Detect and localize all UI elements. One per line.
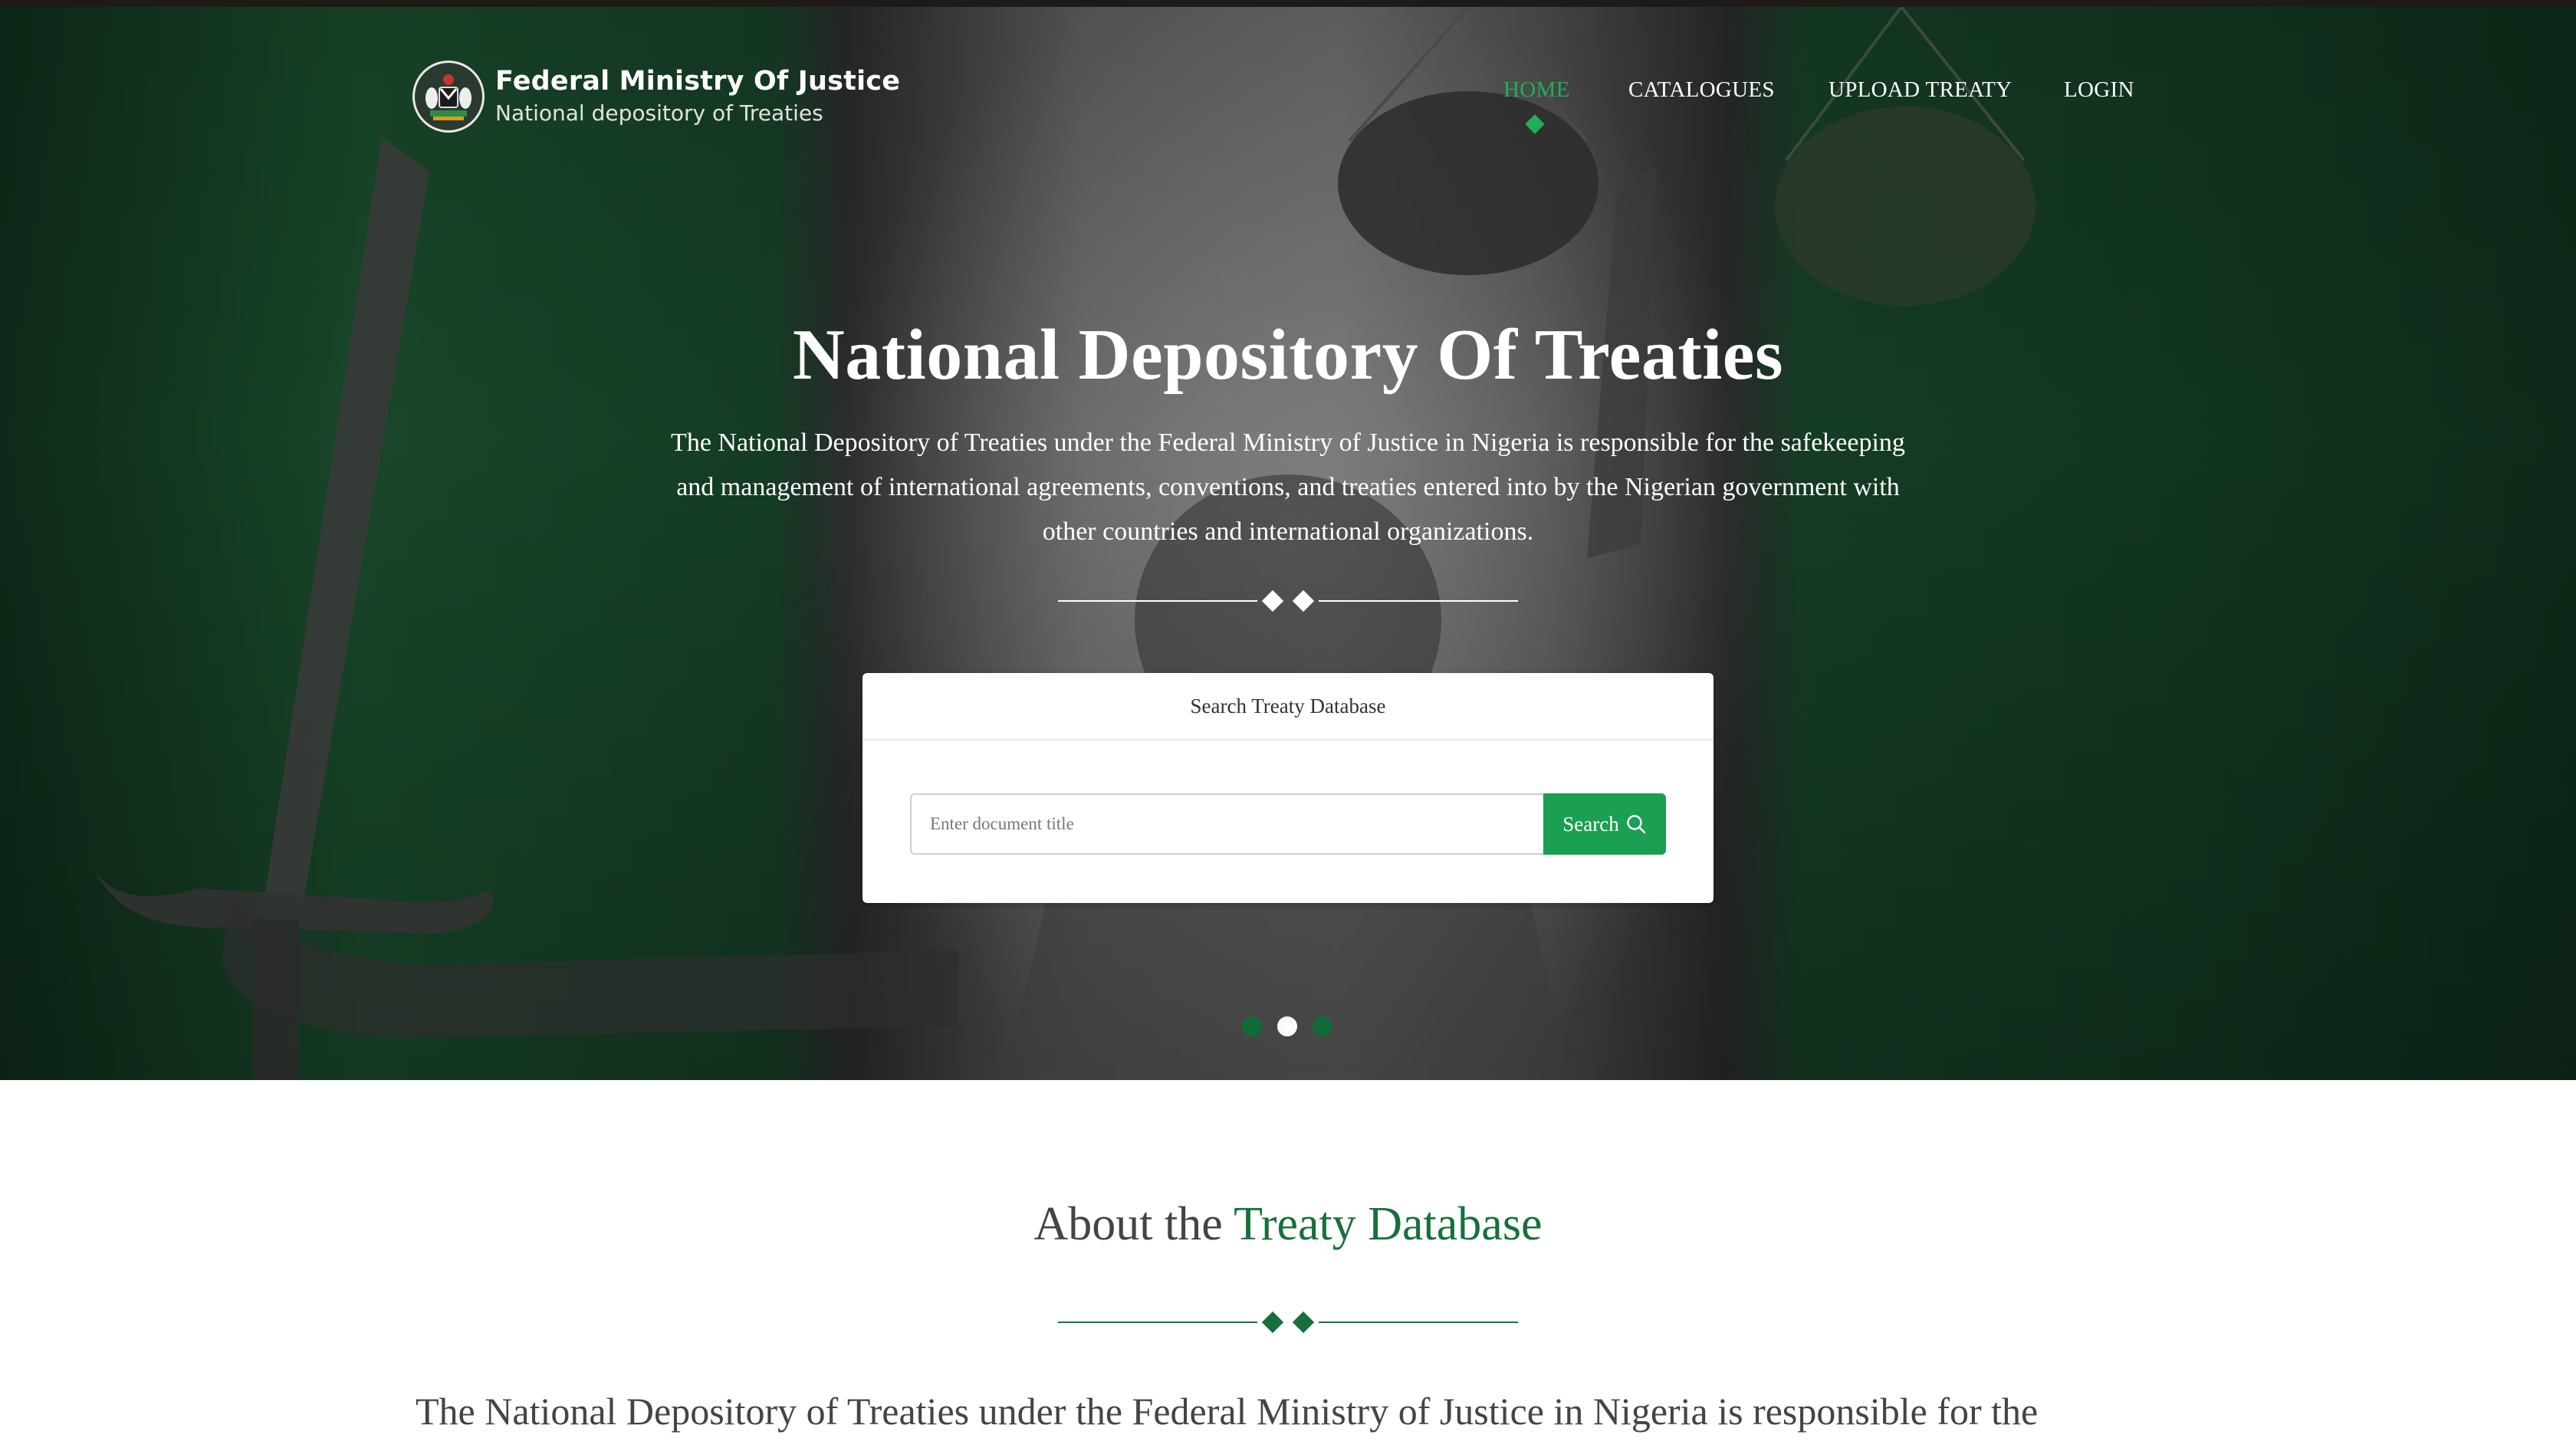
divider-diamond-icon: [1292, 1311, 1315, 1334]
about-title-prefix: About the: [1033, 1198, 1223, 1250]
hero-title: National Depository Of Treaties: [792, 315, 1784, 395]
search-button[interactable]: Search: [1543, 793, 1666, 855]
active-nav-indicator-icon: [1525, 114, 1545, 134]
carousel-dot-1[interactable]: [1242, 1016, 1262, 1036]
nav-login[interactable]: LOGIN: [2064, 77, 2134, 103]
hero-banner: Federal Ministry Of Justice National dep…: [0, 7, 2576, 1080]
search-form: Search: [910, 793, 1666, 855]
carousel-indicators: [1242, 1016, 1348, 1036]
search-icon: [1627, 815, 1646, 834]
top-strip: [0, 0, 2576, 7]
carousel-dot-2[interactable]: [1277, 1016, 1297, 1036]
divider-diamond-icon: [1261, 1311, 1284, 1334]
search-button-label: Search: [1562, 812, 1619, 836]
sword-hilt: [253, 919, 299, 1080]
about-title: About the Treaty Database: [0, 1197, 2576, 1252]
about-paragraph: The National Depository of Treaties unde…: [416, 1390, 2039, 1433]
nav-catalogues[interactable]: CATALOGUES: [1628, 77, 1775, 103]
divider-diamond-icon: [1292, 589, 1315, 612]
divider-diamond-icon: [1261, 589, 1284, 612]
sword-blade: [264, 137, 429, 904]
carousel-dot-3[interactable]: [1313, 1016, 1332, 1036]
hero-description: The National Depository of Treaties unde…: [671, 428, 1905, 546]
search-card-title: Search Treaty Database: [863, 673, 1714, 740]
nav-upload-treaty[interactable]: UPLOAD TREATY: [1829, 77, 2012, 103]
search-card: Search Treaty Database Search: [863, 673, 1714, 903]
about-divider: [1058, 1311, 1518, 1334]
about-title-accent: Treaty Database: [1234, 1198, 1543, 1250]
search-input[interactable]: [910, 793, 1543, 855]
hero-divider: [1058, 589, 1518, 612]
main-nav: HOME CATALOGUES UPLOAD TREATY LOGIN: [0, 77, 2576, 139]
nav-home[interactable]: HOME: [1503, 77, 1570, 103]
